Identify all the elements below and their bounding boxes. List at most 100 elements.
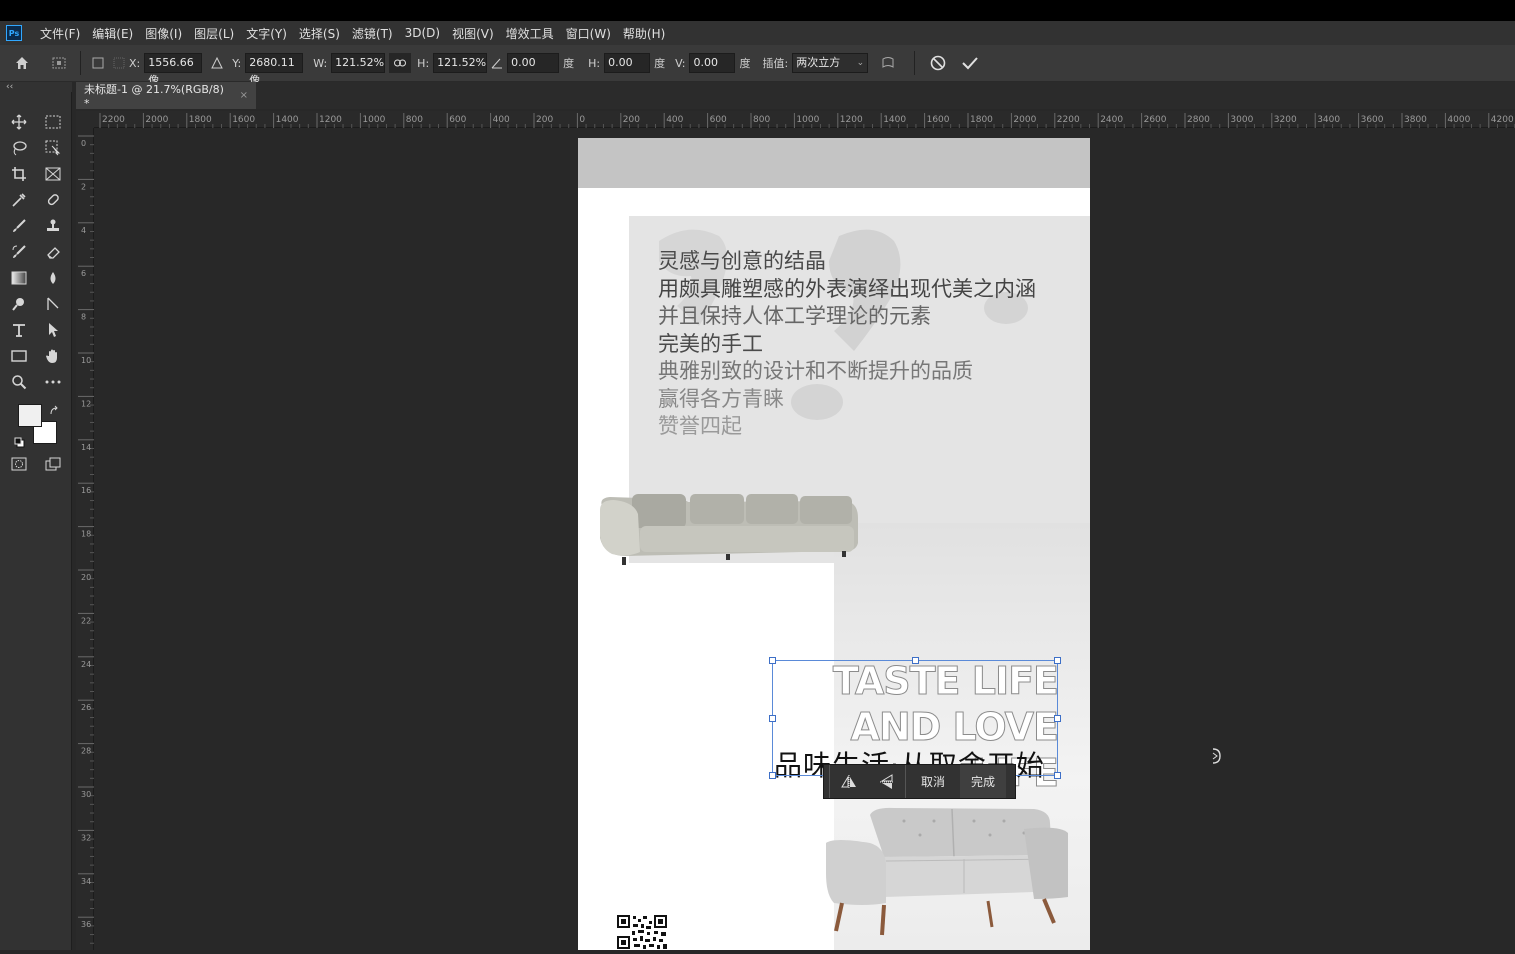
menu-layer[interactable]: 图层(L) (188, 25, 240, 42)
menu-view[interactable]: 视图(V) (446, 25, 500, 42)
commit-transform-icon[interactable] (955, 56, 985, 70)
pen-tool-icon[interactable] (40, 292, 66, 316)
mouse-cursor-icon (1211, 747, 1223, 769)
hand-tool-icon[interactable] (40, 344, 66, 368)
ruler-origin[interactable] (76, 111, 94, 128)
blur-tool-icon[interactable] (40, 266, 66, 290)
brush-tool-icon[interactable] (6, 214, 32, 238)
foreground-color-swatch[interactable] (18, 404, 42, 427)
clone-stamp-tool-icon[interactable] (40, 214, 66, 238)
menu-3d[interactable]: 3D(D) (399, 26, 446, 40)
ruler-tick-label: 3400 (1317, 115, 1340, 125)
rectangle-tool-icon[interactable] (6, 344, 32, 368)
dodge-tool-icon[interactable] (6, 292, 32, 316)
more-tools-icon[interactable] (40, 370, 66, 394)
vertical-ruler[interactable]: 0 2 4 6 8 10 12 14 16 18 20 22 24 26 28 30 32 34 36 (76, 128, 94, 953)
link-icon[interactable] (389, 53, 412, 73)
document-tab-title: 未标题-1 @ 21.7%(RGB/8) * (84, 83, 224, 110)
height-field[interactable]: 121.52% (433, 53, 488, 73)
y-label: Y: (232, 56, 242, 70)
ruler-tick-label: 1000 (362, 115, 385, 125)
menu-edit[interactable]: 编辑(E) (86, 25, 139, 42)
document-canvas[interactable]: 灵感与创意的结晶 用颇具雕塑感的外表演绎出现代美之内涵 并且保持人体工学理论的元… (578, 138, 1090, 950)
poem-text-block: 灵感与创意的结晶 用颇具雕塑感的外表演绎出现代美之内涵 并且保持人体工学理论的元… (658, 248, 1036, 441)
path-selection-tool-icon[interactable] (40, 318, 66, 342)
transform-handle-top-left[interactable] (769, 657, 776, 664)
ruler-tick-label: 6 (81, 269, 86, 278)
ruler-tick-label: 4000 (1447, 115, 1470, 125)
transform-reference-icon[interactable] (44, 56, 74, 70)
marquee-tool-icon[interactable] (40, 110, 66, 134)
relative-position-icon[interactable] (202, 57, 232, 69)
warp-icon[interactable] (868, 55, 908, 71)
close-tab-icon[interactable]: × (240, 90, 248, 101)
lasso-tool-icon[interactable] (6, 136, 32, 160)
rotate-field[interactable]: 0.00 (507, 53, 560, 73)
horizontal-skew-field[interactable]: 0.00 (604, 53, 651, 73)
transform-handle-left[interactable] (769, 715, 776, 722)
menu-image[interactable]: 图像(I) (139, 25, 188, 42)
interpolation-select[interactable]: 两次立方 ⌄ (792, 53, 869, 73)
flip-horizontal-icon[interactable] (830, 765, 868, 798)
x-position-field[interactable]: 1556.66 像 (144, 53, 203, 87)
transform-handle-top-right[interactable] (1054, 657, 1061, 664)
x-label: X: (129, 56, 141, 70)
ruler-tick-label: 8 (81, 313, 86, 322)
transform-handle-top[interactable] (912, 657, 919, 664)
menu-plugins[interactable]: 增效工具 (500, 25, 560, 42)
chevron-down-icon: ⌄ (856, 58, 865, 68)
vskew-unit: 度 (739, 57, 751, 70)
type-tool-icon[interactable] (6, 318, 32, 342)
menu-window[interactable]: 窗口(W) (560, 25, 617, 42)
ruler-tick-label: 4200 (1491, 115, 1514, 125)
ruler-tick-label: 0 (579, 115, 585, 125)
reference-point-checkbox[interactable] (87, 57, 109, 69)
menu-file[interactable]: 文件(F) (34, 25, 86, 42)
done-button[interactable]: 完成 (960, 765, 1006, 798)
object-selection-tool-icon[interactable] (40, 136, 66, 160)
ruler-tick-label: 2200 (102, 115, 125, 125)
healing-brush-tool-icon[interactable] (40, 188, 66, 212)
zoom-tool-icon[interactable] (6, 370, 32, 394)
ruler-tick-label: 0 (81, 139, 86, 148)
menu-help[interactable]: 帮助(H) (617, 25, 671, 42)
menu-select[interactable]: 选择(S) (293, 25, 346, 42)
transform-handle-bottom-right[interactable] (1054, 772, 1061, 779)
ruler-tick-label: 36 (81, 920, 91, 929)
default-colors-icon[interactable] (14, 434, 26, 448)
interpolation-value: 两次立方 (796, 56, 841, 69)
y-position-field[interactable]: 2680.11 像 (245, 53, 304, 87)
document-tab[interactable]: 未标题-1 @ 21.7%(RGB/8) * × (76, 82, 256, 110)
home-icon[interactable] (0, 48, 44, 78)
separator (80, 51, 81, 75)
history-brush-tool-icon[interactable] (6, 240, 32, 264)
transform-handle-bottom-left[interactable] (769, 772, 776, 779)
ps-logo-icon[interactable]: Ps (6, 25, 22, 41)
frame-tool-icon[interactable] (40, 162, 66, 186)
ruler-tick-label: 200 (623, 115, 640, 125)
screen-mode-icon[interactable] (40, 452, 66, 476)
menu-bar: Ps 文件(F) 编辑(E) 图像(I) 图层(L) 文字(Y) 选择(S) 滤… (0, 21, 1515, 45)
menu-filter[interactable]: 滤镜(T) (346, 25, 399, 42)
width-field[interactable]: 121.52% (331, 53, 386, 73)
swap-colors-icon[interactable] (49, 402, 61, 415)
crop-tool-icon[interactable] (6, 162, 32, 186)
menu-type[interactable]: 文字(Y) (240, 25, 293, 42)
panel-collapse-toggle[interactable]: ‹‹ (0, 82, 72, 92)
cancel-button[interactable]: 取消 (906, 765, 960, 798)
transform-bounding-box[interactable] (769, 657, 1061, 779)
reference-point-grid-icon[interactable] (109, 57, 129, 69)
cancel-transform-icon[interactable] (921, 55, 955, 71)
quick-mask-icon[interactable] (6, 452, 32, 476)
ruler-tick-label: 600 (710, 115, 727, 125)
ruler-tick-label: 3000 (1230, 115, 1253, 125)
vertical-skew-field[interactable]: 0.00 (689, 53, 736, 73)
ruler-tick-label: 2800 (1187, 115, 1210, 125)
transform-handle-right[interactable] (1054, 715, 1061, 722)
move-tool-icon[interactable] (6, 110, 32, 134)
flip-vertical-icon[interactable] (868, 765, 906, 798)
horizontal-ruler[interactable]: 2200 2000 1800 1600 1400 1200 1000 800 600 400 200… (94, 111, 1515, 128)
eraser-tool-icon[interactable] (40, 240, 66, 264)
eyedropper-tool-icon[interactable] (6, 188, 32, 212)
gradient-tool-icon[interactable] (6, 266, 32, 290)
